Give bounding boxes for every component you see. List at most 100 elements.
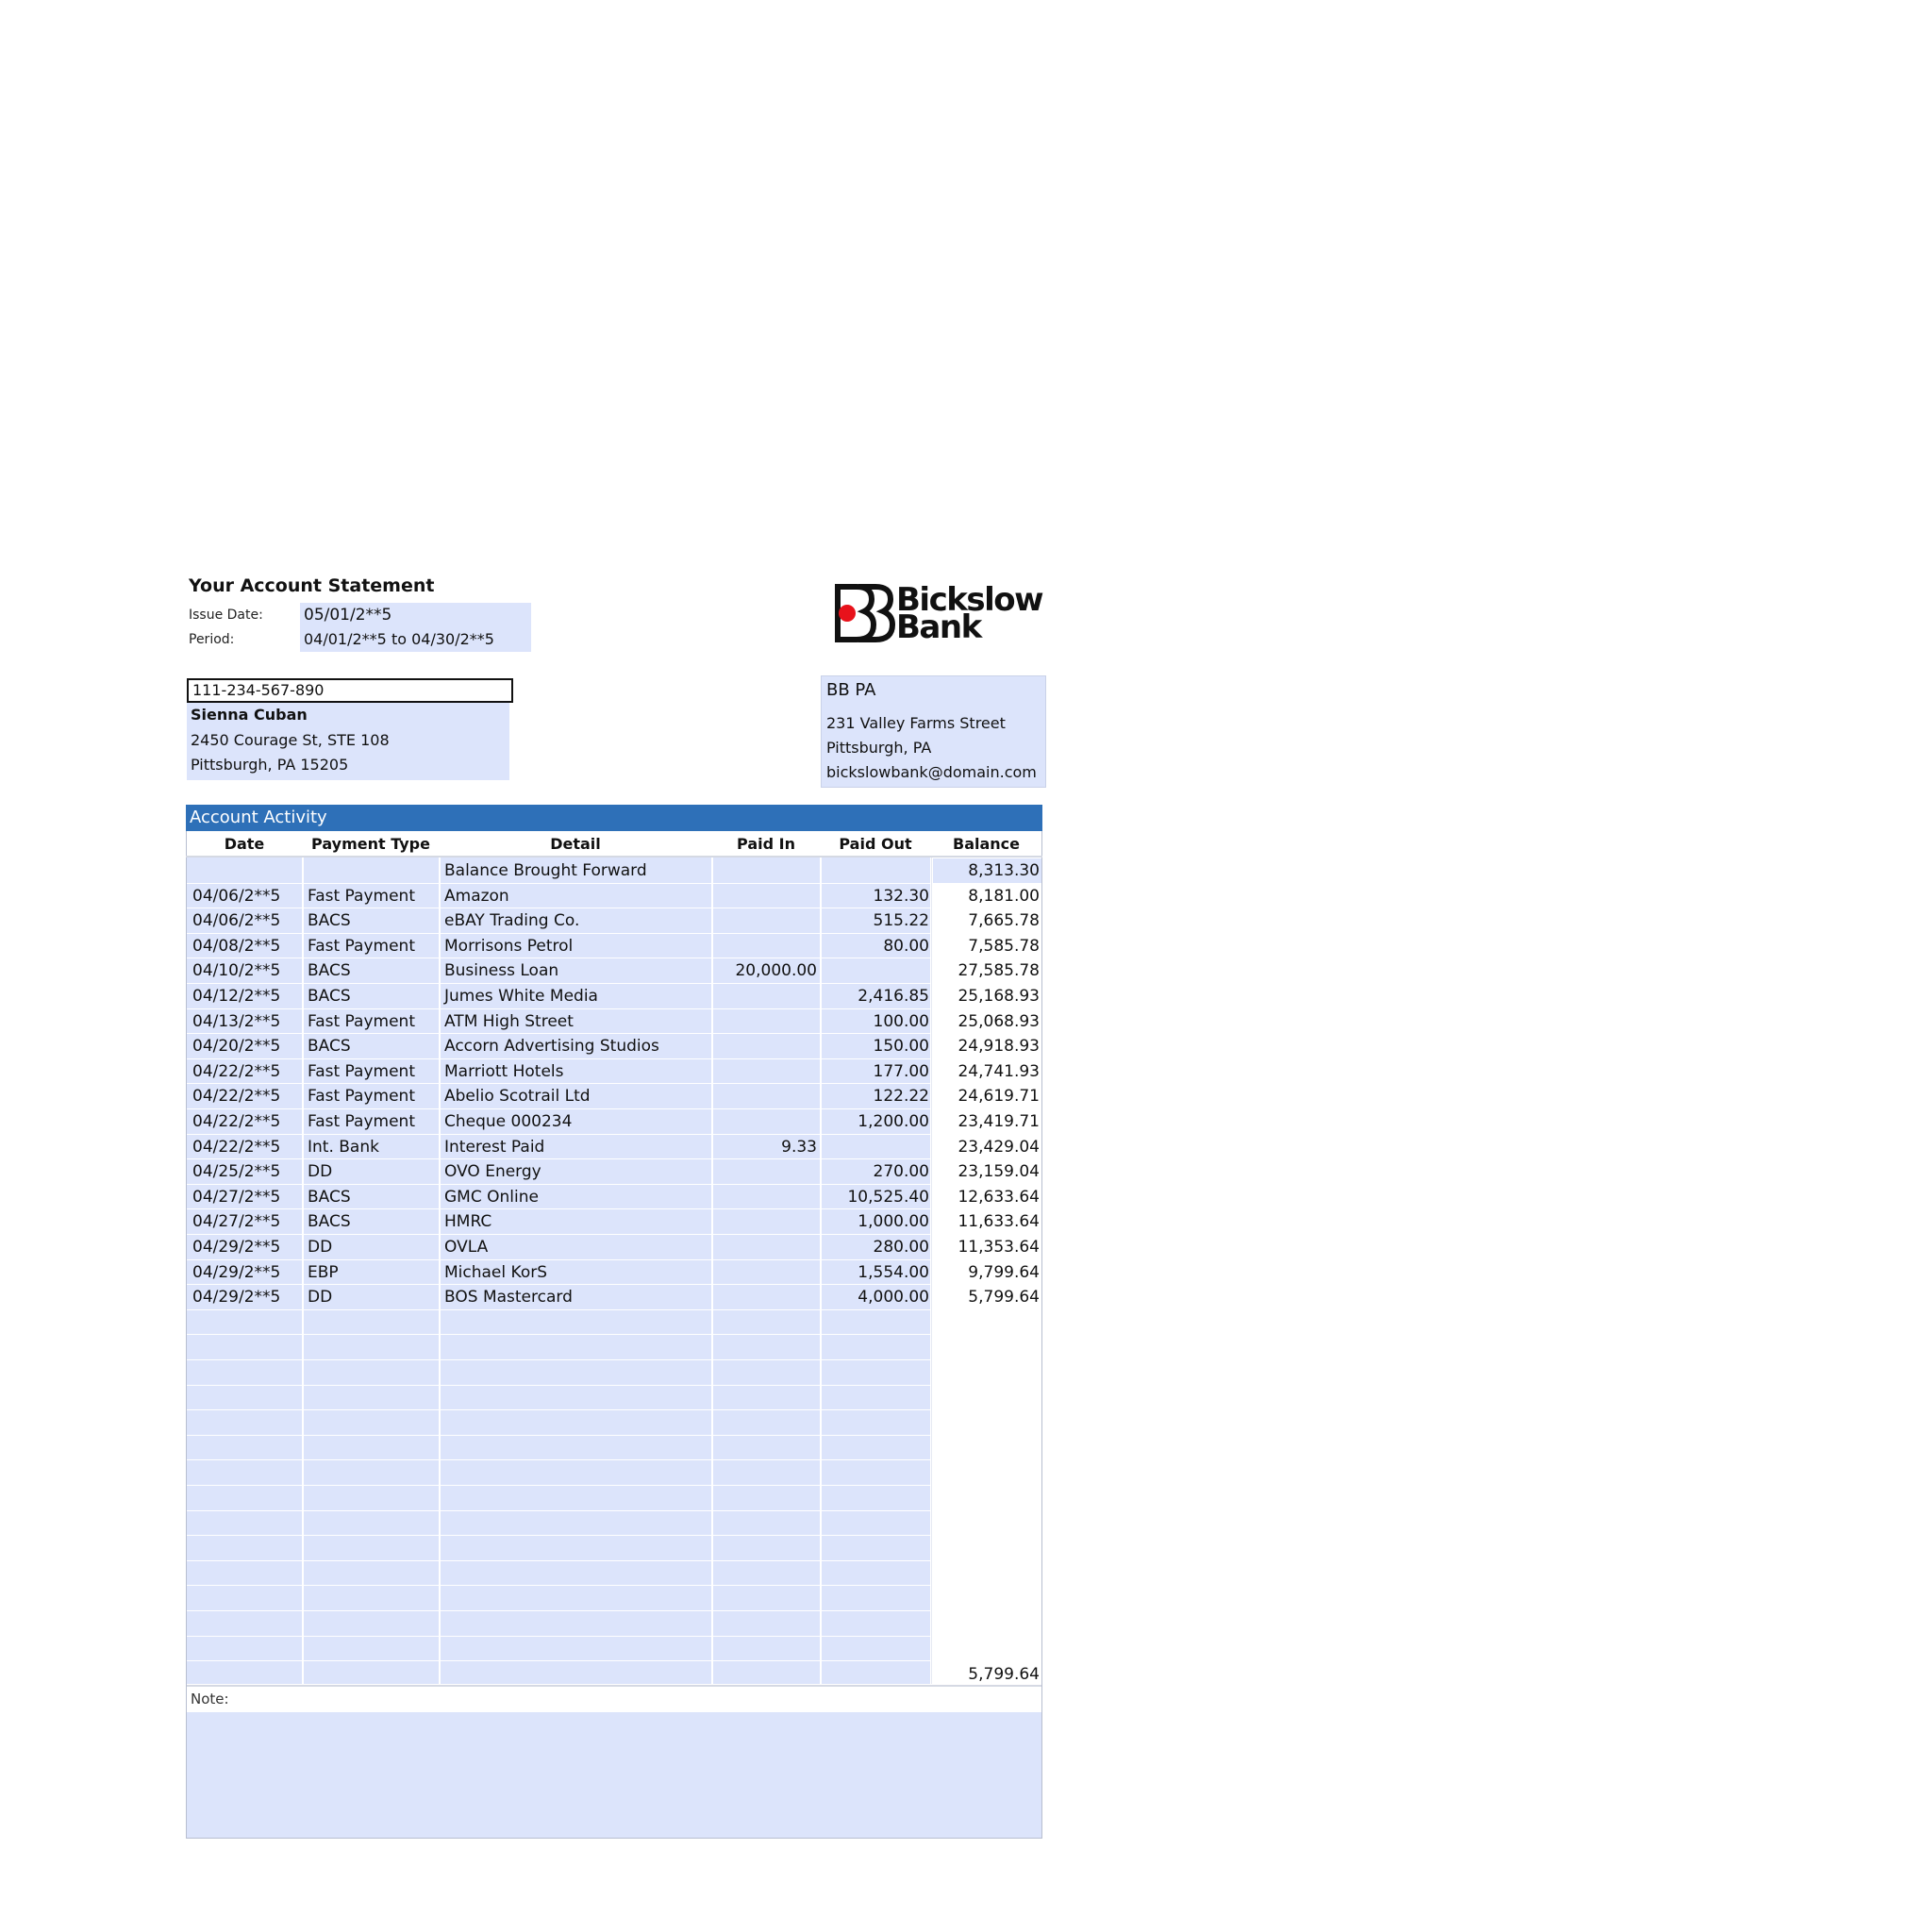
cell-balance: 8,181.00	[968, 887, 1040, 906]
cell-paid-in	[713, 1260, 817, 1285]
bank-logo-icon	[835, 584, 896, 642]
cell-paid-in	[713, 1059, 817, 1084]
cell-payment-type: Fast Payment	[308, 1012, 415, 1031]
cell-balance: 7,585.78	[968, 937, 1040, 956]
cell-paid-in	[713, 984, 817, 1008]
cell-paid-out: 2,416.85	[858, 987, 929, 1006]
row-divider	[187, 1610, 930, 1611]
cell-detail: ATM High Street	[444, 1012, 574, 1031]
cell-paid-in	[713, 934, 817, 958]
row-divider	[187, 1535, 930, 1536]
cell-payment-type: DD	[308, 1288, 333, 1307]
closing-balance: 5,799.64	[968, 1665, 1040, 1684]
cell-balance: 25,168.93	[958, 987, 1040, 1006]
cell-date: 04/29/2**5	[192, 1238, 281, 1257]
cell-paid-in	[713, 1159, 817, 1184]
note-divider	[187, 1685, 1041, 1687]
cell-balance: 24,918.93	[958, 1037, 1040, 1056]
cell-paid-out: 122.22	[873, 1087, 929, 1106]
page-title: Your Account Statement	[189, 575, 435, 596]
cell-date: 04/06/2**5	[192, 911, 281, 930]
column-header-detail: Detail	[550, 835, 601, 853]
note-label: Note:	[191, 1690, 229, 1707]
cell-paid-out	[822, 858, 929, 883]
cell-paid-out: 1,554.00	[858, 1263, 929, 1282]
cell-paid-in	[713, 908, 817, 933]
cell-balance: 23,159.04	[958, 1162, 1040, 1181]
cell-date: 04/08/2**5	[192, 937, 281, 956]
cell-payment-type: Fast Payment	[308, 1062, 415, 1081]
cell-payment-type: BACS	[308, 961, 351, 980]
cell-balance: 27,585.78	[958, 961, 1040, 980]
cell-paid-out: 132.30	[873, 887, 929, 906]
cell-paid-out: 270.00	[873, 1162, 929, 1181]
cell-balance: 11,633.64	[958, 1212, 1040, 1231]
cell-payment-type: DD	[308, 1238, 333, 1257]
cell-paid-in	[713, 858, 817, 883]
column-header-payment-type: Payment Type	[311, 835, 430, 853]
bank-address-line2: Pittsburgh, PA	[826, 739, 932, 757]
row-divider	[187, 1409, 930, 1410]
cell-date: 04/29/2**5	[192, 1263, 281, 1282]
customer-address-line1: 2450 Courage St, STE 108	[191, 731, 390, 749]
cell-balance: 8,313.30	[968, 861, 1040, 880]
cell-paid-out: 177.00	[873, 1062, 929, 1081]
cell-paid-out: 1,200.00	[858, 1112, 929, 1131]
cell-paid-out	[822, 958, 929, 983]
row-divider	[187, 1334, 930, 1335]
row-divider	[187, 1309, 930, 1310]
note-field[interactable]	[187, 1712, 1041, 1838]
cell-paid-out: 4,000.00	[858, 1288, 929, 1307]
cell-detail: Balance Brought Forward	[444, 861, 647, 880]
cell-balance: 9,799.64	[968, 1263, 1040, 1282]
bank-branch: BB PA	[826, 680, 876, 700]
cell-detail: eBAY Trading Co.	[444, 911, 580, 930]
cell-balance: 12,633.64	[958, 1188, 1040, 1207]
cell-balance: 24,741.93	[958, 1062, 1040, 1081]
cell-paid-out: 100.00	[873, 1012, 929, 1031]
cell-payment-type: BACS	[308, 1037, 351, 1056]
cell-date: 04/22/2**5	[192, 1112, 281, 1131]
cell-balance: 23,429.04	[958, 1138, 1040, 1157]
cell-balance: 24,619.71	[958, 1087, 1040, 1106]
column-header-balance: Balance	[953, 835, 1020, 853]
customer-name: Sienna Cuban	[191, 706, 308, 724]
cell-payment-type: BACS	[308, 911, 351, 930]
cell-payment-type: BACS	[308, 1212, 351, 1231]
cell-payment-type: Int. Bank	[308, 1138, 379, 1157]
cell-paid-out: 280.00	[873, 1238, 929, 1257]
cell-payment-type: BACS	[308, 987, 351, 1006]
cell-detail: Amazon	[444, 887, 509, 906]
cell-payment-type	[308, 858, 436, 883]
cell-detail: Abelio Scotrail Ltd	[444, 1087, 591, 1106]
cell-date: 04/12/2**5	[192, 987, 281, 1006]
period-label: Period:	[189, 632, 235, 647]
row-divider	[187, 1385, 930, 1386]
cell-balance: 23,419.71	[958, 1112, 1040, 1131]
cell-paid-in	[713, 884, 817, 908]
account-number: 111-234-567-890	[187, 678, 513, 703]
cell-paid-in: 20,000.00	[735, 961, 817, 980]
row-divider	[187, 1510, 930, 1511]
cell-detail: Morrisons Petrol	[444, 937, 574, 956]
cell-date: 04/20/2**5	[192, 1037, 281, 1056]
cell-paid-out: 150.00	[873, 1037, 929, 1056]
cell-detail: Cheque 000234	[444, 1112, 573, 1131]
row-divider	[187, 1435, 930, 1436]
issue-date-value: 05/01/2**5	[304, 606, 392, 625]
cell-paid-in: 9.33	[781, 1138, 817, 1157]
cell-paid-in	[713, 1034, 817, 1058]
cell-payment-type: Fast Payment	[308, 937, 415, 956]
cell-date: 04/22/2**5	[192, 1087, 281, 1106]
bank-email: bickslowbank@domain.com	[826, 763, 1037, 781]
cell-detail: Jumes White Media	[444, 987, 598, 1006]
row-divider	[187, 1485, 930, 1486]
cell-payment-type: Fast Payment	[308, 887, 415, 906]
bank-logo-line2: Bank	[896, 608, 982, 646]
cell-balance: 5,799.64	[968, 1288, 1040, 1307]
cell-paid-out: 1,000.00	[858, 1212, 929, 1231]
row-divider	[187, 1459, 930, 1460]
cell-date: 04/22/2**5	[192, 1062, 281, 1081]
cell-paid-in	[713, 1235, 817, 1259]
column-header-paid-out: Paid Out	[839, 835, 912, 853]
